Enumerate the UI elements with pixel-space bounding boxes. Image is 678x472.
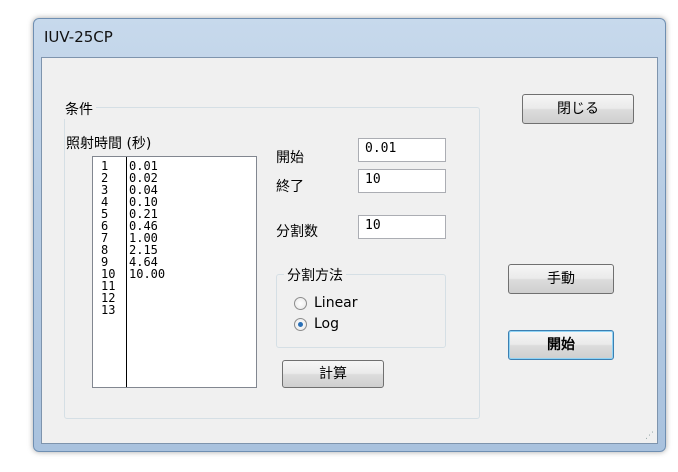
start-value-input[interactable]: 0.01: [358, 138, 446, 162]
irradiation-time-list[interactable]: 1 0.01 2 0.02 3 0.04 4 0.10 5 0.21 6 0.46 7 1.00 8 2.15…: [92, 156, 257, 388]
method-linear-label: Linear: [314, 295, 358, 311]
dialog-window: IUV-25CP 条件 照射時間 (秒) 1 0.01 2 0.02 3 0.04 4 0.1…: [33, 18, 666, 452]
conditions-group-label: 条件: [62, 99, 96, 119]
end-label: 終了: [276, 179, 304, 195]
end-value-input[interactable]: 10: [358, 169, 446, 193]
list-item-index: 13: [101, 303, 116, 317]
radio-log[interactable]: [294, 317, 307, 331]
division-method-group: [276, 274, 446, 348]
close-button[interactable]: 閉じる: [522, 94, 634, 124]
divisions-label: 分割数: [276, 224, 318, 240]
window-title: IUV-25CP: [44, 28, 113, 46]
irradiation-time-label: 照射時間 (秒): [66, 136, 152, 152]
division-method-label: 分割方法: [284, 265, 346, 285]
method-linear-option[interactable]: Linear: [294, 295, 358, 311]
method-log-option[interactable]: Log: [294, 316, 339, 332]
list-column-divider: [126, 157, 127, 387]
start-button[interactable]: 開始: [508, 330, 614, 360]
resize-grip-icon[interactable]: ⋰: [645, 431, 654, 441]
method-log-label: Log: [314, 316, 340, 332]
dialog-client-area: 条件 照射時間 (秒) 1 0.01 2 0.02 3 0.04 4 0.10 5 0.21 6 0.…: [41, 57, 658, 444]
start-label: 開始: [276, 150, 304, 166]
list-item-value: 10.00: [129, 267, 166, 281]
calculate-button[interactable]: 計算: [282, 360, 384, 388]
manual-button[interactable]: 手動: [508, 264, 614, 294]
radio-linear[interactable]: [294, 296, 307, 310]
divisions-input[interactable]: 10: [358, 215, 446, 239]
